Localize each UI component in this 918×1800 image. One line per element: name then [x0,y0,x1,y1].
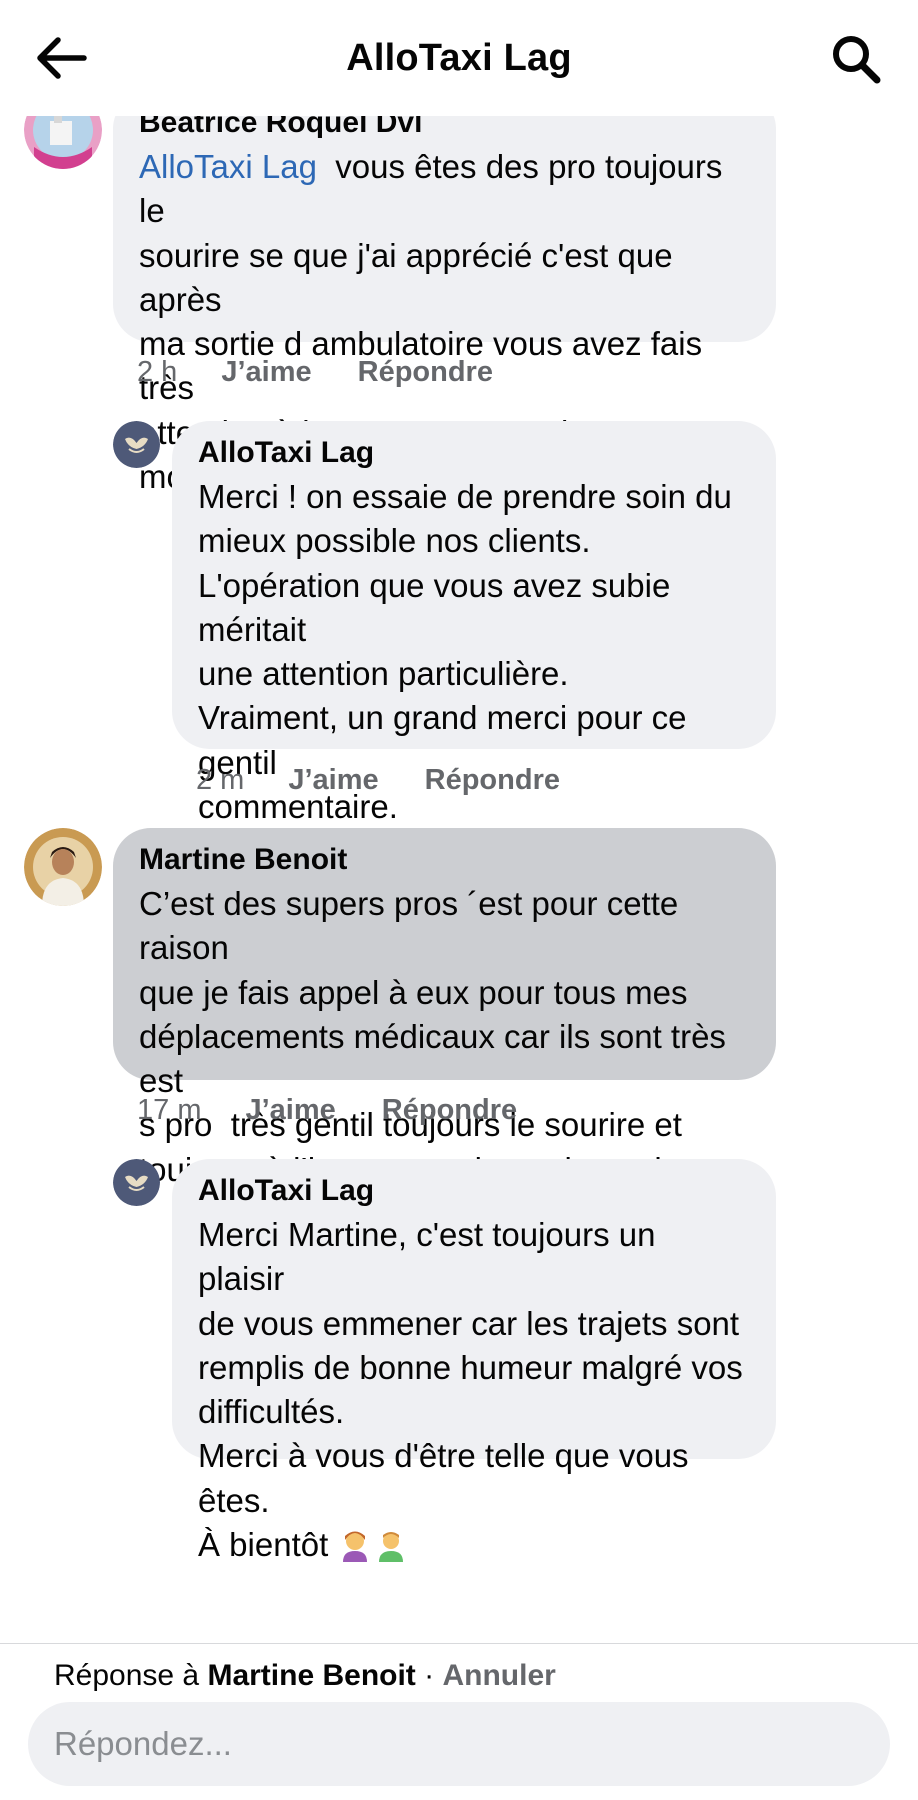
comment-time[interactable]: 2 m [196,764,244,797]
comment-text: Merci ! on essaie de prendre soin du mie… [198,475,750,874]
like-button[interactable]: J’aime [245,1094,335,1127]
reply-composer: Réponse à Martine Benoit · Annuler [0,1643,918,1800]
comment-bubble-selected[interactable]: Martine Benoit C’est des supers pros ´es… [113,828,776,1188]
comment-bubble[interactable]: Beatrice Roquel Dvl AlloTaxi Lag vous êt… [113,91,776,495]
comment-feed: Beatrice Roquel Dvl AlloTaxi Lag vous êt… [0,0,918,1643]
reply-context: Réponse à Martine Benoit · Annuler [54,1659,556,1692]
comment-text: C’est des supers pros ´est pour cette ra… [139,885,726,1188]
reply-bubble[interactable]: AlloTaxi Lag Merci ! on essaie de prendr… [172,421,776,869]
page-title: AlloTaxi Lag [346,36,572,79]
comment-actions: 2 h J’aime Répondre [137,356,539,389]
avatar-allotaxi[interactable] [113,1159,160,1206]
comment-time[interactable]: 17 m [137,1094,201,1127]
reply-input[interactable] [28,1702,890,1786]
man-raising-hands-emoji [379,1532,404,1563]
mention-link[interactable]: AlloTaxi Lag [139,148,317,185]
comment-actions: 2 m J’aime Répondre [196,764,606,797]
comment-time[interactable]: 2 h [137,356,177,389]
comment-author[interactable]: AlloTaxi Lag [198,435,750,471]
reply-button[interactable]: Répondre [358,356,493,389]
reply-bubble[interactable]: AlloTaxi Lag Merci Martine, c'est toujou… [172,1159,776,1563]
avatar-martine[interactable] [24,828,102,906]
search-icon[interactable] [830,33,882,85]
avatar-allotaxi[interactable] [113,421,160,468]
comment-actions: 17 m J’aime Répondre [137,1094,563,1127]
comment-author[interactable]: AlloTaxi Lag [198,1173,750,1209]
like-button[interactable]: J’aime [221,356,311,389]
reply-target-name: Martine Benoit [207,1659,416,1692]
arrow-left-icon[interactable] [34,36,88,80]
reply-button[interactable]: Répondre [382,1094,517,1127]
reply-button[interactable]: Répondre [425,764,560,797]
comment-text: Merci Martine, c'est toujours un plaisir… [198,1216,743,1564]
woman-raising-hand-emoji [343,1531,368,1563]
cancel-reply-button[interactable]: Annuler [442,1659,555,1692]
comment-author[interactable]: Martine Benoit [139,842,750,878]
top-bar: AlloTaxi Lag [0,0,918,116]
like-button[interactable]: J’aime [288,764,378,797]
